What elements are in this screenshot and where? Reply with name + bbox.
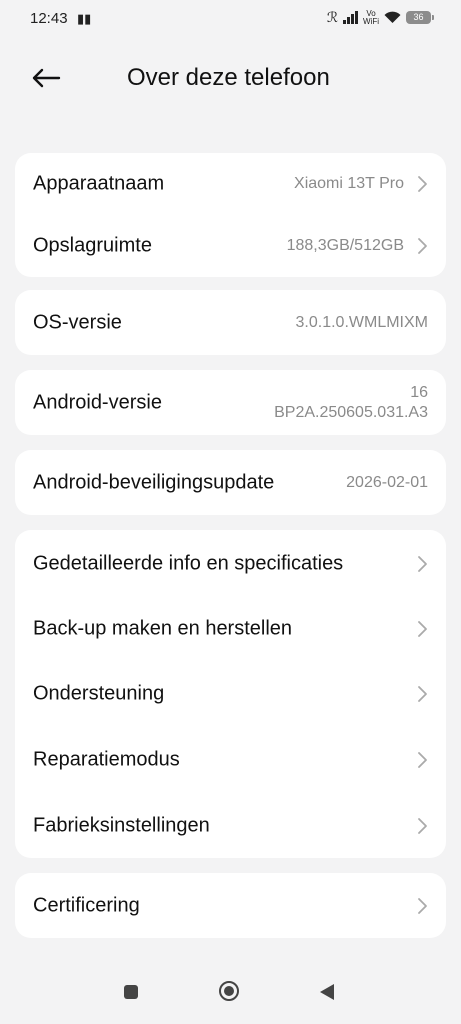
row-value: 16 BP2A.250605.031.A3: [274, 383, 428, 423]
row-os-versie[interactable]: OS-versie 3.0.1.0.WMLMIXM: [15, 290, 446, 355]
home-button[interactable]: [219, 981, 239, 1001]
notification-icon: ▮▮: [77, 11, 92, 26]
row-value: Xiaomi 13T Pro: [294, 175, 404, 192]
chevron-right-icon: [418, 176, 427, 192]
row-label: Apparaatnaam: [33, 172, 165, 195]
row-label: Android-versie: [33, 391, 162, 413]
row-label: Back-up maken en herstellen: [33, 617, 293, 639]
row-apparaatnaam[interactable]: Apparaatnaam Xiaomi 13T Pro: [15, 153, 446, 215]
chevron-right-icon: [418, 555, 427, 572]
row-value: 188,3GB/512GB: [286, 237, 404, 254]
row-label: Gedetailleerde info en specificaties: [33, 552, 344, 574]
chevron-right-icon: [418, 817, 427, 834]
row-label: Ondersteuning: [33, 682, 165, 704]
battery-icon: 36: [406, 11, 434, 24]
security-update-card: Android-beveiligingsupdate 2026-02-01: [15, 450, 446, 515]
row-opslagruimte[interactable]: Opslagruimte 188,3GB/512GB: [15, 215, 446, 277]
options-card: Gedetailleerde info en specificaties Bac…: [15, 530, 446, 858]
row-back-up[interactable]: Back-up maken en herstellen: [15, 596, 446, 661]
chevron-right-icon: [418, 751, 427, 768]
android-version-card: Android-versie 16 BP2A.250605.031.A3: [15, 370, 446, 435]
back-nav-button[interactable]: [320, 984, 334, 1000]
chevron-right-icon: [418, 238, 427, 254]
bluetooth-icon: ℛ: [326, 9, 338, 25]
row-label: Reparatiemodus: [33, 748, 180, 770]
chevron-right-icon: [418, 897, 427, 914]
chevron-right-icon: [418, 620, 427, 637]
chevron-right-icon: [418, 685, 427, 702]
status-time: 12:43: [30, 10, 68, 27]
navigation-bar: [0, 968, 461, 1024]
back-button[interactable]: [28, 60, 64, 96]
row-label: OS-versie: [33, 311, 122, 333]
device-info-card: Apparaatnaam Xiaomi 13T Pro Opslagruimte…: [15, 153, 446, 277]
row-value: 2026-02-01: [346, 473, 428, 491]
row-beveiligingsupdate[interactable]: Android-beveiligingsupdate 2026-02-01: [15, 450, 446, 515]
arrow-left-icon: [32, 68, 61, 88]
recents-button[interactable]: [124, 985, 138, 999]
vowifi-bottom: WiFi: [363, 16, 379, 26]
android-build-number: BP2A.250605.031.A3: [274, 403, 428, 421]
row-value: 3.0.1.0.WMLMIXM: [295, 313, 428, 331]
row-label: Certificering: [33, 894, 140, 916]
status-icons: ℛ Vo WiFi 36: [326, 9, 434, 26]
row-label: Fabrieksinstellingen: [33, 814, 210, 836]
row-label: Android-beveiligingsupdate: [33, 471, 275, 493]
certification-card: Certificering: [15, 873, 446, 938]
header: Over deze telefoon: [0, 56, 461, 100]
page-title: Over deze telefoon: [127, 64, 330, 91]
row-fabrieksinstellingen[interactable]: Fabrieksinstellingen: [15, 793, 446, 858]
row-certificering[interactable]: Certificering: [15, 873, 446, 938]
signal-icon: [343, 11, 358, 24]
row-gedetailleerde-info[interactable]: Gedetailleerde info en specificaties: [15, 531, 446, 596]
os-version-card: OS-versie 3.0.1.0.WMLMIXM: [15, 290, 446, 355]
row-android-versie[interactable]: Android-versie 16 BP2A.250605.031.A3: [15, 370, 446, 435]
vowifi-icon: Vo WiFi: [363, 9, 379, 26]
home-icon: [224, 986, 234, 996]
android-version-number: 16: [410, 383, 428, 401]
row-label: Opslagruimte: [33, 234, 152, 257]
row-ondersteuning[interactable]: Ondersteuning: [15, 661, 446, 726]
row-reparatiemodus[interactable]: Reparatiemodus: [15, 727, 446, 792]
wifi-icon: [384, 11, 401, 23]
status-bar: 12:43 ▮▮ ℛ Vo WiFi 36: [0, 0, 461, 38]
